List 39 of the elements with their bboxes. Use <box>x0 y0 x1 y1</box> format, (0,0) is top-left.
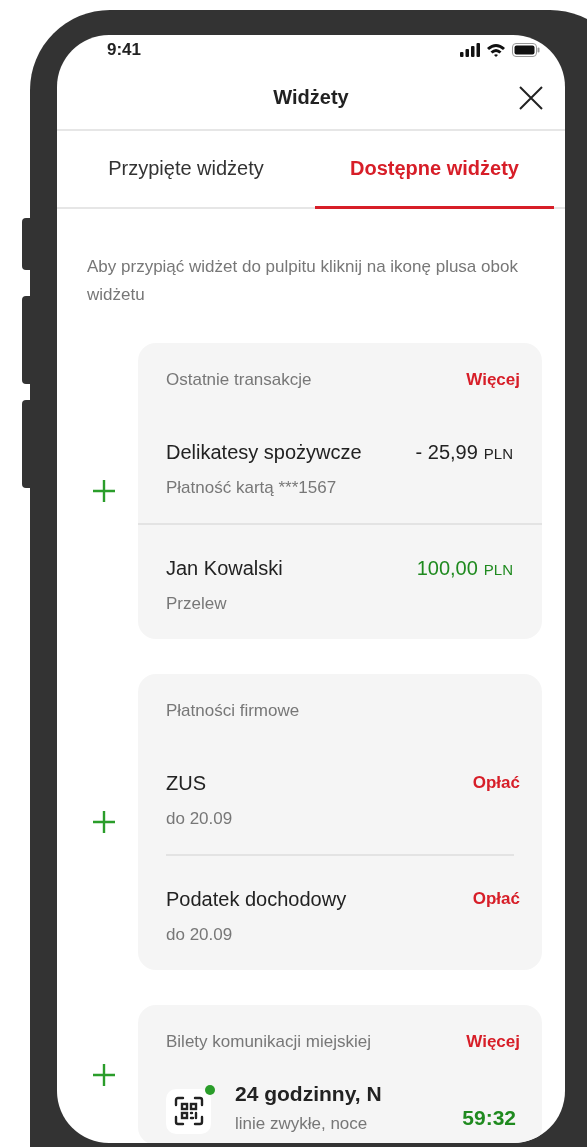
screen-title: Widżety <box>273 85 349 109</box>
widget-title: Płatności firmowe <box>166 700 300 722</box>
tab[interactable]: Przypięte widżety <box>57 131 315 209</box>
more-link[interactable]: Więcej <box>466 369 520 391</box>
ticket-detail: linie zwykłe, noce <box>235 1113 369 1135</box>
pay-link[interactable]: Opłać <box>472 772 520 794</box>
close-icon <box>519 86 543 110</box>
payment-name: ZUS <box>166 771 207 796</box>
tab[interactable]: Dostępne widżety <box>315 131 554 209</box>
widget-title: Ostatnie transakcje <box>166 369 312 391</box>
amount-value: 100,00 <box>416 556 478 581</box>
currency-label: PLN <box>483 561 513 578</box>
widget-title: Bilety komunikacji miejskiej <box>166 1031 371 1053</box>
plus-icon <box>92 1063 116 1087</box>
pay-link[interactable]: Opłać <box>472 888 520 910</box>
add-button[interactable] <box>92 479 116 503</box>
currency-label: PLN <box>483 445 513 462</box>
clock-time: 9:41 <box>107 40 142 60</box>
transaction-name: Delikatesy spożywcze <box>166 440 363 465</box>
amount-value: - 25,99 <box>415 440 478 465</box>
ticket-name: 24 godzinny, N <box>235 1081 383 1107</box>
close-button[interactable] <box>519 86 543 110</box>
battery-icon <box>512 43 540 57</box>
wifi-icon <box>486 43 506 57</box>
due-date: do 20.09 <box>166 924 234 946</box>
add-button[interactable] <box>92 810 116 834</box>
qr-code-icon <box>173 1096 204 1126</box>
transaction-detail: Płatność kartą ***1567 <box>166 477 338 499</box>
transaction-detail: Przelew <box>166 593 228 615</box>
add-button[interactable] <box>92 1063 116 1087</box>
plus-icon <box>92 810 116 834</box>
plus-icon <box>92 479 116 503</box>
signal-icon <box>460 43 480 57</box>
instruction-text: Aby przypiąć widżet do pulpitu kliknij na ikonę plusa obok widżetu <box>87 256 519 306</box>
time-remaining: 59:32 <box>462 1106 516 1130</box>
due-date: do 20.09 <box>166 808 234 830</box>
payment-name: Podatek dochodowy <box>166 887 348 912</box>
more-link[interactable]: Więcej <box>466 1031 520 1053</box>
transaction-name: Jan Kowalski <box>166 556 284 581</box>
